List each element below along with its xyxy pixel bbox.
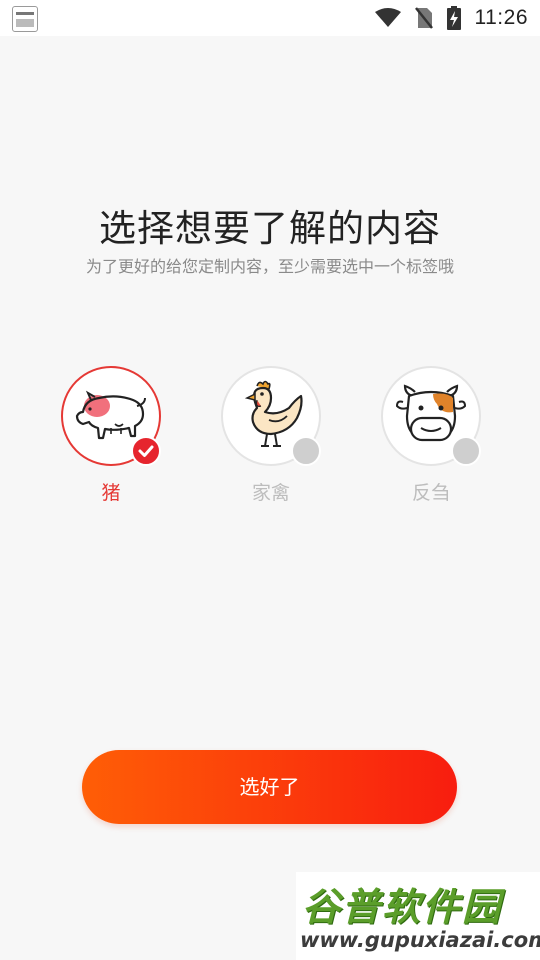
status-bar-right: 11:26 [374,0,529,36]
wifi-icon [374,8,401,27]
confirm-button[interactable]: 选好了 [82,750,457,824]
watermark-title: 谷普软件园 [302,885,503,929]
status-time: 11:26 [474,6,528,29]
option-poultry-label: 家禽 [251,482,290,504]
option-ruminant[interactable]: 反刍 [381,366,481,506]
option-pig[interactable]: 猪 [61,366,161,506]
option-poultry[interactable]: 家禽 [221,366,321,506]
watermark-url: www.gupuxiazai.com [300,928,540,952]
app-notification-icon [12,6,38,32]
unselected-dot-icon [451,436,481,466]
option-pig-label: 猪 [101,482,121,504]
unselected-dot-icon [291,436,321,466]
selected-check-icon [131,436,161,466]
watermark: 谷普软件园 www.gupuxiazai.com [296,872,540,960]
status-bar: 11:26 [0,0,540,36]
battery-charging-icon [446,6,461,30]
page-subtitle: 为了更好的给您定制内容，至少需要选中一个标签哦 [85,257,454,276]
page-title: 选择想要了解的内容 [99,207,441,250]
no-sim-icon [414,7,433,29]
option-ruminant-label: 反刍 [411,482,450,504]
